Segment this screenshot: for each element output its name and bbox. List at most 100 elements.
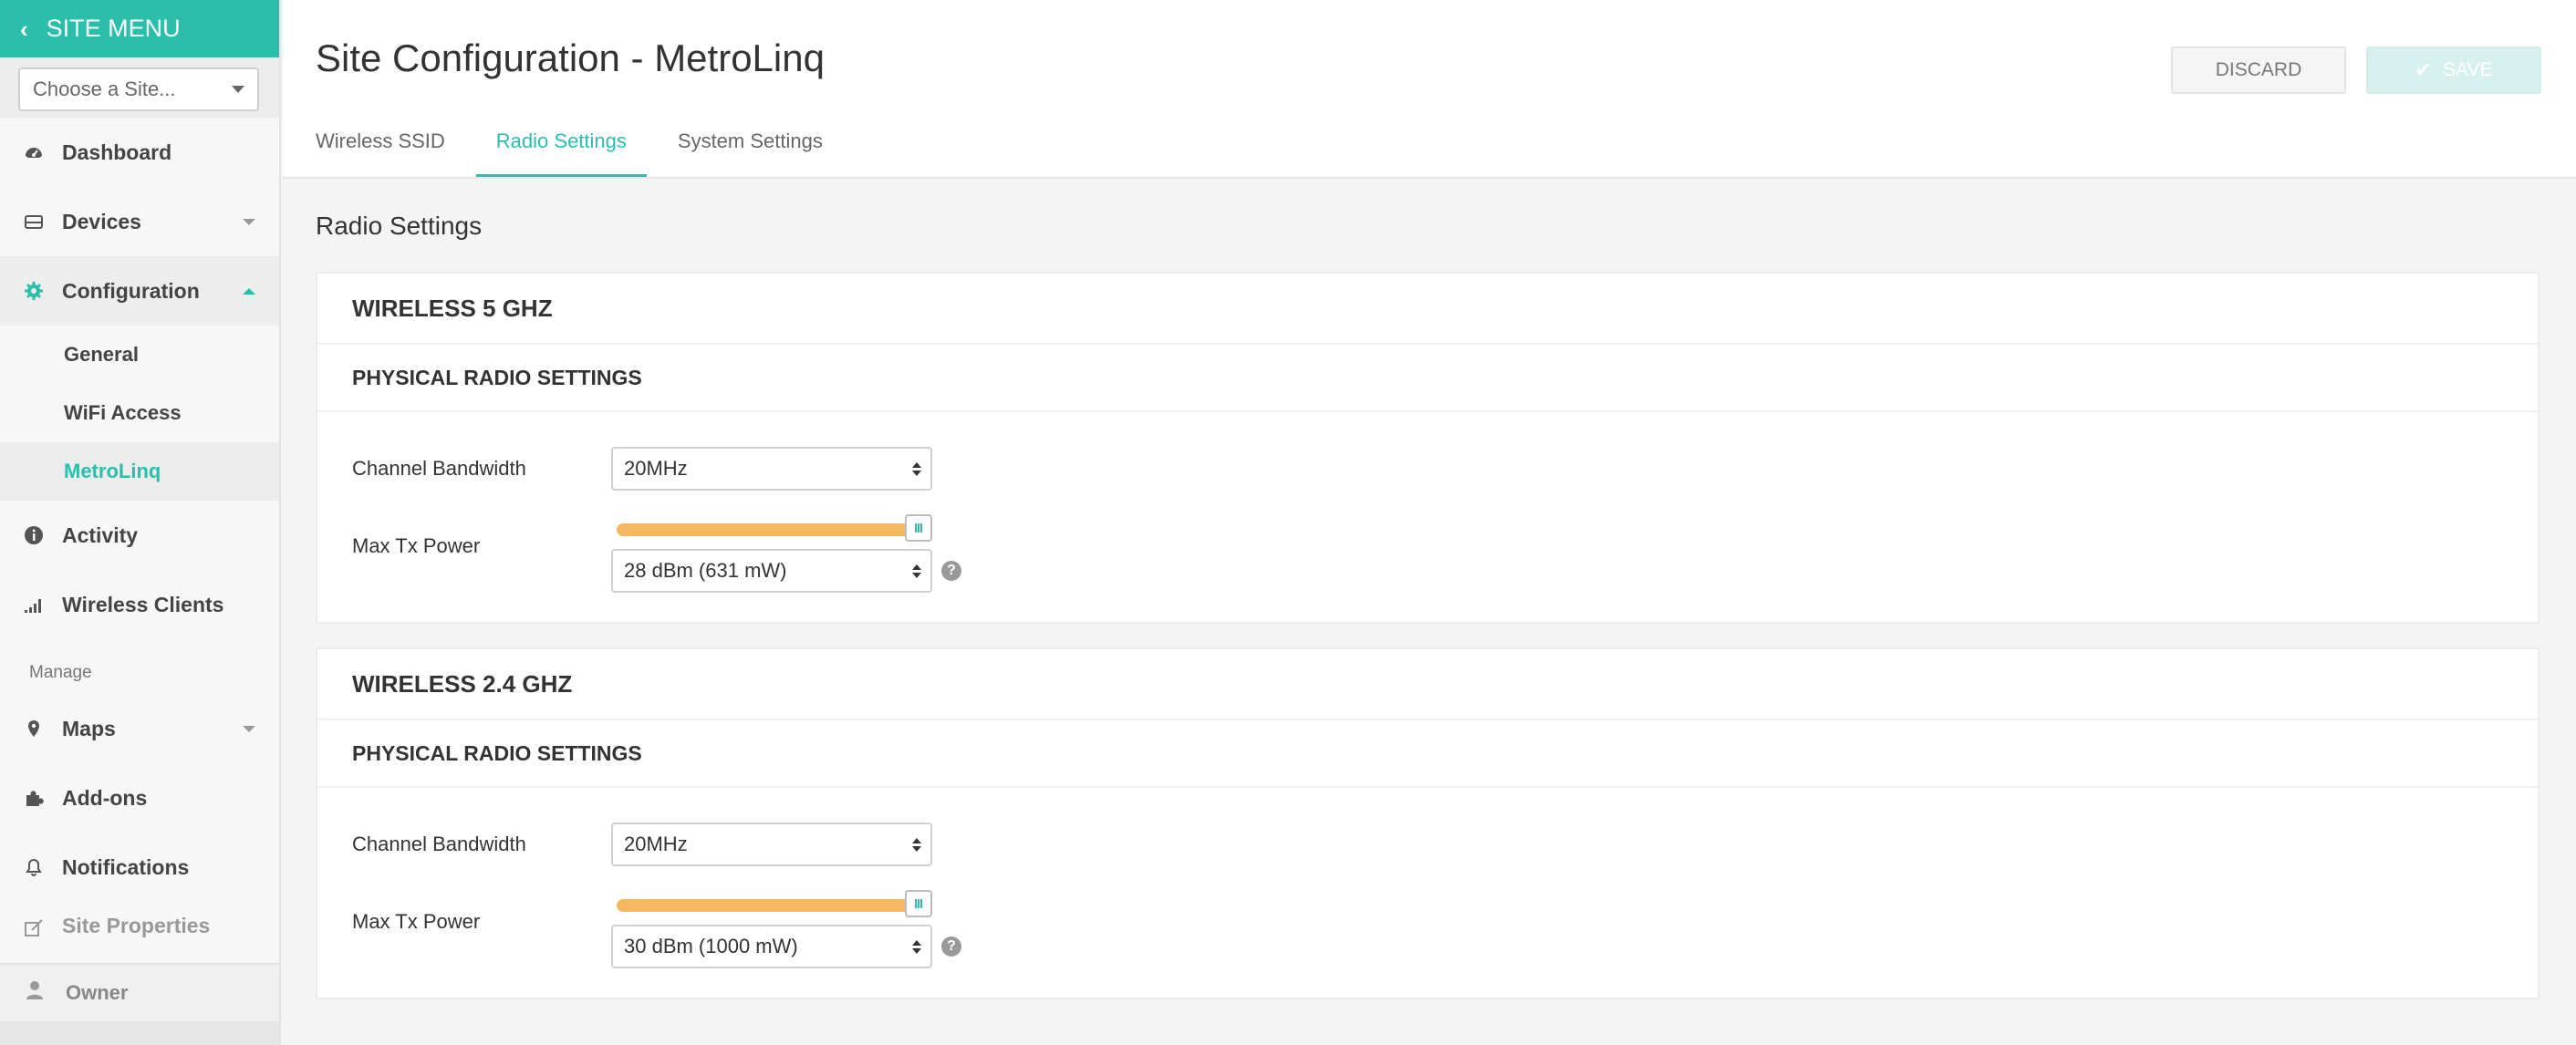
- signal-bars-icon: [24, 595, 44, 615]
- user-icon: [26, 980, 44, 1006]
- select-arrows-icon: [912, 939, 921, 954]
- card-wireless-5ghz: WIRELESS 5 GHZ PHYSICAL RADIO SETTINGS C…: [316, 272, 2540, 624]
- sidebar-item-label: Wireless Clients: [62, 592, 224, 616]
- chevron-left-icon: ‹: [20, 15, 28, 43]
- card-wireless-24ghz: WIRELESS 2.4 GHZ PHYSICAL RADIO SETTINGS…: [316, 647, 2540, 999]
- sidebar-subitem-general[interactable]: General: [0, 326, 279, 384]
- sidebar-subitem-wifi-access[interactable]: WiFi Access: [0, 384, 279, 442]
- dashboard-icon: [24, 142, 44, 162]
- select-arrows-icon: [912, 564, 921, 578]
- sidebar-item-wireless-clients[interactable]: Wireless Clients: [0, 570, 279, 639]
- puzzle-icon: [24, 788, 44, 808]
- main-area: Site Configuration - MetroLinq DISCARD ✔…: [283, 0, 2576, 1045]
- tab-system-settings[interactable]: System Settings: [678, 124, 823, 177]
- max-tx-power-row: Max Tx Power 28 dBm (631 mW) ?: [352, 514, 2503, 593]
- sidebar-item-label: Activity: [62, 522, 139, 547]
- channel-bandwidth-value: 20MHz: [624, 457, 688, 480]
- card-title: WIRELESS 5 GHZ: [317, 274, 2538, 345]
- sidebar-subitem-metrolinq[interactable]: MetroLinq: [0, 442, 279, 501]
- sidebar-item-label: Configuration: [62, 278, 200, 303]
- help-icon[interactable]: ?: [941, 936, 961, 957]
- page-header: Site Configuration - MetroLinq DISCARD ✔…: [283, 0, 2576, 179]
- sidebar-item-label: Site Properties: [62, 914, 211, 937]
- edit-icon: [24, 918, 44, 938]
- channel-bandwidth-label: Channel Bandwidth: [352, 833, 526, 855]
- bell-icon: [24, 857, 44, 877]
- sidebar-footer: [0, 1021, 279, 1045]
- chevron-down-icon: [243, 726, 255, 732]
- sidebar-item-configuration[interactable]: Configuration: [0, 256, 279, 326]
- info-icon: [24, 525, 44, 545]
- tab-radio-settings[interactable]: Radio Settings: [475, 124, 647, 177]
- slider-track: [617, 899, 918, 912]
- max-tx-power-row: Max Tx Power 30 dBm (1000 mW) ?: [352, 890, 2503, 968]
- sidebar-item-notifications[interactable]: Notifications: [0, 833, 279, 902]
- channel-bandwidth-value: 20MHz: [624, 833, 688, 855]
- channel-bandwidth-select[interactable]: 20MHz: [611, 447, 932, 491]
- max-tx-power-select[interactable]: 28 dBm (631 mW): [611, 549, 932, 593]
- channel-bandwidth-label: Channel Bandwidth: [352, 457, 526, 480]
- help-icon[interactable]: ?: [941, 561, 961, 581]
- sidebar-item-label: Maps: [62, 716, 116, 740]
- channel-bandwidth-select[interactable]: 20MHz: [611, 823, 932, 866]
- check-icon: ✔: [2415, 58, 2432, 81]
- card-subtitle: PHYSICAL RADIO SETTINGS: [317, 720, 2538, 788]
- card-body: Channel Bandwidth 20MHz Max Tx Power: [317, 412, 2538, 622]
- sidebar-item-addons[interactable]: Add-ons: [0, 763, 279, 833]
- max-tx-power-controls: 30 dBm (1000 mW) ?: [611, 890, 961, 968]
- save-button[interactable]: ✔ SAVE: [2366, 47, 2541, 94]
- site-menu-back-button[interactable]: ‹ SITE MENU: [0, 0, 279, 57]
- max-tx-power-controls: 28 dBm (631 mW) ?: [611, 514, 961, 593]
- max-tx-power-select-row: 30 dBm (1000 mW) ?: [611, 925, 961, 968]
- page-title: Site Configuration - MetroLinq: [316, 36, 825, 79]
- sidebar-item-label: Devices: [62, 209, 141, 233]
- sidebar-item-activity[interactable]: Activity: [0, 501, 279, 570]
- slider-handle[interactable]: [905, 514, 932, 542]
- chevron-up-icon: [243, 288, 255, 295]
- sidebar-section-manage: Manage: [29, 663, 92, 682]
- sidebar-item-dashboard[interactable]: Dashboard: [0, 118, 279, 187]
- content: Radio Settings WIRELESS 5 GHZ PHYSICAL R…: [283, 179, 2576, 999]
- sidebar-item-label: Dashboard: [62, 140, 172, 164]
- sidebar-item-maps[interactable]: Maps: [0, 694, 279, 763]
- max-tx-power-value: 28 dBm (631 mW): [624, 559, 787, 582]
- slider-track: [617, 523, 918, 536]
- sidebar: ‹ SITE MENU Choose a Site... Dashboard D…: [0, 0, 281, 1045]
- max-tx-power-slider[interactable]: [611, 514, 932, 543]
- chevron-down-icon: [243, 219, 255, 225]
- sidebar-item-site-properties[interactable]: Site Properties: [0, 902, 279, 938]
- max-tx-power-select[interactable]: 30 dBm (1000 mW): [611, 925, 932, 968]
- sidebar-item-label: Add-ons: [62, 785, 148, 810]
- sidebar-item-label: Notifications: [62, 854, 190, 879]
- discard-button[interactable]: DISCARD: [2171, 47, 2346, 94]
- grip-icon: [915, 899, 922, 908]
- card-body: Channel Bandwidth 20MHz Max Tx Power: [317, 788, 2538, 998]
- inbox-icon: [24, 212, 44, 232]
- max-tx-power-value: 30 dBm (1000 mW): [624, 935, 798, 957]
- slider-handle[interactable]: [905, 890, 932, 917]
- select-arrows-icon: [912, 837, 921, 852]
- card-title: WIRELESS 2.4 GHZ: [317, 649, 2538, 720]
- tab-wireless-ssid[interactable]: Wireless SSID: [316, 124, 445, 177]
- owner-menu[interactable]: Owner: [0, 963, 279, 1021]
- max-tx-power-label: Max Tx Power: [352, 910, 481, 933]
- tab-bar: Wireless SSID Radio Settings System Sett…: [316, 124, 874, 177]
- max-tx-power-label: Max Tx Power: [352, 534, 481, 557]
- gear-icon: [24, 281, 44, 301]
- sidebar-item-devices[interactable]: Devices: [0, 187, 279, 256]
- grip-icon: [915, 523, 922, 533]
- site-select-placeholder: Choose a Site...: [33, 78, 176, 100]
- site-menu-title: SITE MENU: [46, 15, 181, 42]
- select-arrows-icon: [912, 461, 921, 476]
- card-subtitle: PHYSICAL RADIO SETTINGS: [317, 345, 2538, 412]
- site-select-container: Choose a Site...: [0, 57, 279, 118]
- save-button-label: SAVE: [2442, 59, 2493, 80]
- owner-label: Owner: [66, 981, 129, 1004]
- site-select[interactable]: Choose a Site...: [18, 67, 259, 111]
- caret-down-icon: [232, 86, 244, 93]
- channel-bandwidth-row: Channel Bandwidth 20MHz: [352, 823, 2503, 866]
- channel-bandwidth-row: Channel Bandwidth 20MHz: [352, 447, 2503, 491]
- section-heading: Radio Settings: [316, 212, 483, 240]
- max-tx-power-select-row: 28 dBm (631 mW) ?: [611, 549, 961, 593]
- max-tx-power-slider[interactable]: [611, 890, 932, 919]
